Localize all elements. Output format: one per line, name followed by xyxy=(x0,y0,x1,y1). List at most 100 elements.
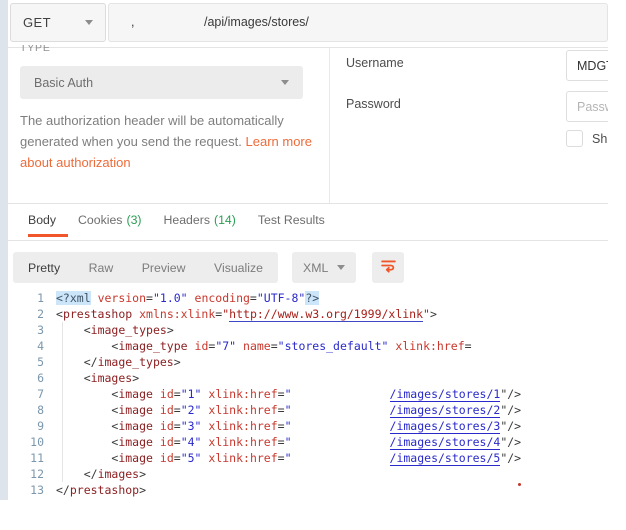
code-token: = xyxy=(465,339,472,353)
language-select[interactable]: XML xyxy=(292,252,356,283)
code-token: id xyxy=(195,339,209,353)
code-token xyxy=(56,371,84,385)
tab-cookies[interactable]: Cookies(3) xyxy=(78,203,141,237)
xlink-href-link[interactable]: /images/stores/2 xyxy=(390,403,501,418)
code-line-content: <prestashop xmlns:xlink="http://www.w3.o… xyxy=(56,306,437,322)
code-token: name xyxy=(243,339,271,353)
mode-pretty[interactable]: Pretty xyxy=(28,261,60,275)
mode-preview[interactable]: Preview xyxy=(142,261,186,275)
method-select[interactable]: GET xyxy=(10,3,106,42)
wrap-text-icon xyxy=(380,257,397,279)
xlink-href-link[interactable]: /images/stores/3 xyxy=(390,419,501,434)
code-line-content: <image_type id="7" name="stores_default"… xyxy=(56,338,472,354)
code-token: > xyxy=(167,323,174,337)
code-token: > xyxy=(132,371,139,385)
code-token: "1" xyxy=(181,387,202,401)
xlink-href-link[interactable]: http://www.w3.org/1999/xlink xyxy=(229,307,423,322)
code-token: > xyxy=(139,483,146,497)
red-dot-artifact xyxy=(518,483,521,486)
auth-type-value: Basic Auth xyxy=(34,76,93,90)
redacted-gap xyxy=(292,413,390,414)
tab-body[interactable]: Body xyxy=(28,203,56,237)
code-token: = xyxy=(278,451,285,465)
code-token xyxy=(56,323,84,337)
code-token: xlink:href xyxy=(208,451,277,465)
code-token: " xyxy=(285,403,292,417)
code-token: </ xyxy=(84,355,98,369)
wrap-lines-button[interactable] xyxy=(372,252,404,283)
code-token: image_type xyxy=(118,339,187,353)
code-token: = xyxy=(278,403,285,417)
response-tabs: Body Cookies(3) Headers(14) Test Results xyxy=(28,203,325,240)
auth-type-select[interactable]: Basic Auth xyxy=(20,66,303,99)
code-token: "/> xyxy=(500,403,521,417)
indent-guide xyxy=(62,386,63,402)
line-number: 13 xyxy=(0,482,44,498)
code-token xyxy=(153,419,160,433)
xlink-href-link[interactable]: /images/stores/4 xyxy=(390,435,501,450)
code-token: image xyxy=(118,419,153,433)
code-token: "UTF-8" xyxy=(257,291,305,305)
code-token: "3" xyxy=(181,419,202,433)
url-input[interactable]: , /api/images/stores/ xyxy=(108,3,608,42)
code-editor[interactable]: 1<?xml version="1.0" encoding="UTF-8"?>2… xyxy=(0,290,608,498)
mode-raw[interactable]: Raw xyxy=(89,261,114,275)
method-label: GET xyxy=(23,15,51,30)
url-path-text: /api/images/stores/ xyxy=(204,15,309,29)
code-token xyxy=(56,467,84,481)
code-token: "2" xyxy=(181,403,202,417)
auth-help-text: The authorization header will be automat… xyxy=(20,110,316,173)
xlink-href-link[interactable]: /images/stores/5 xyxy=(390,451,501,466)
divider-tabs-bottom xyxy=(8,240,608,241)
code-token xyxy=(56,355,84,369)
code-token: id xyxy=(160,403,174,417)
code-token: </ xyxy=(56,483,70,497)
tab-test-results[interactable]: Test Results xyxy=(258,203,325,237)
code-line: 2<prestashop xmlns:xlink="http://www.w3.… xyxy=(0,306,608,322)
auth-type-label: TYPE xyxy=(20,45,80,54)
mode-visualize[interactable]: Visualize xyxy=(214,261,263,275)
line-number: 3 xyxy=(0,322,44,338)
code-token: image_types xyxy=(91,323,167,337)
language-value: XML xyxy=(303,261,328,275)
code-token: = xyxy=(174,451,181,465)
code-token: " xyxy=(285,435,292,449)
xlink-href-link[interactable]: /images/stores/1 xyxy=(390,387,501,402)
username-label: Username xyxy=(346,56,404,70)
code-line-content: </image_types> xyxy=(56,354,181,370)
code-line: 5 </image_types> xyxy=(0,354,608,370)
code-token: "1.0" xyxy=(153,291,188,305)
code-token: = xyxy=(278,419,285,433)
code-line-content: <image id="4" xlink:href="/images/stores… xyxy=(56,434,521,450)
code-token xyxy=(188,339,195,353)
chevron-down-icon xyxy=(281,80,289,85)
code-line: 3 <image_types> xyxy=(0,322,608,338)
code-token: id xyxy=(160,419,174,433)
code-token: = xyxy=(174,403,181,417)
line-number: 1 xyxy=(0,290,44,306)
code-token: ?> xyxy=(305,291,319,305)
code-line-content: <image id="2" xlink:href="/images/stores… xyxy=(56,402,521,418)
show-password-checkbox[interactable] xyxy=(566,130,583,147)
code-line-content: <image id="3" xlink:href="/images/stores… xyxy=(56,418,521,434)
indent-guide xyxy=(62,418,63,434)
code-token: encoding xyxy=(195,291,250,305)
window-bottom-margin xyxy=(0,500,626,530)
indent-guide xyxy=(62,322,63,338)
code-token: images xyxy=(91,371,133,385)
code-token: "/> xyxy=(500,419,521,433)
code-token: image xyxy=(118,387,153,401)
code-token xyxy=(56,387,111,401)
tab-headers[interactable]: Headers(14) xyxy=(164,203,236,237)
code-token: = xyxy=(271,339,278,353)
code-token xyxy=(56,403,111,417)
code-token: = xyxy=(174,435,181,449)
code-line-content: <image id="5" xlink:href="/images/stores… xyxy=(56,450,521,466)
code-token: = xyxy=(250,291,257,305)
code-token xyxy=(91,291,98,305)
code-token xyxy=(188,291,195,305)
code-token: < xyxy=(84,371,91,385)
tab-label: Test Results xyxy=(258,213,325,227)
code-token xyxy=(56,339,111,353)
line-number: 12 xyxy=(0,466,44,482)
